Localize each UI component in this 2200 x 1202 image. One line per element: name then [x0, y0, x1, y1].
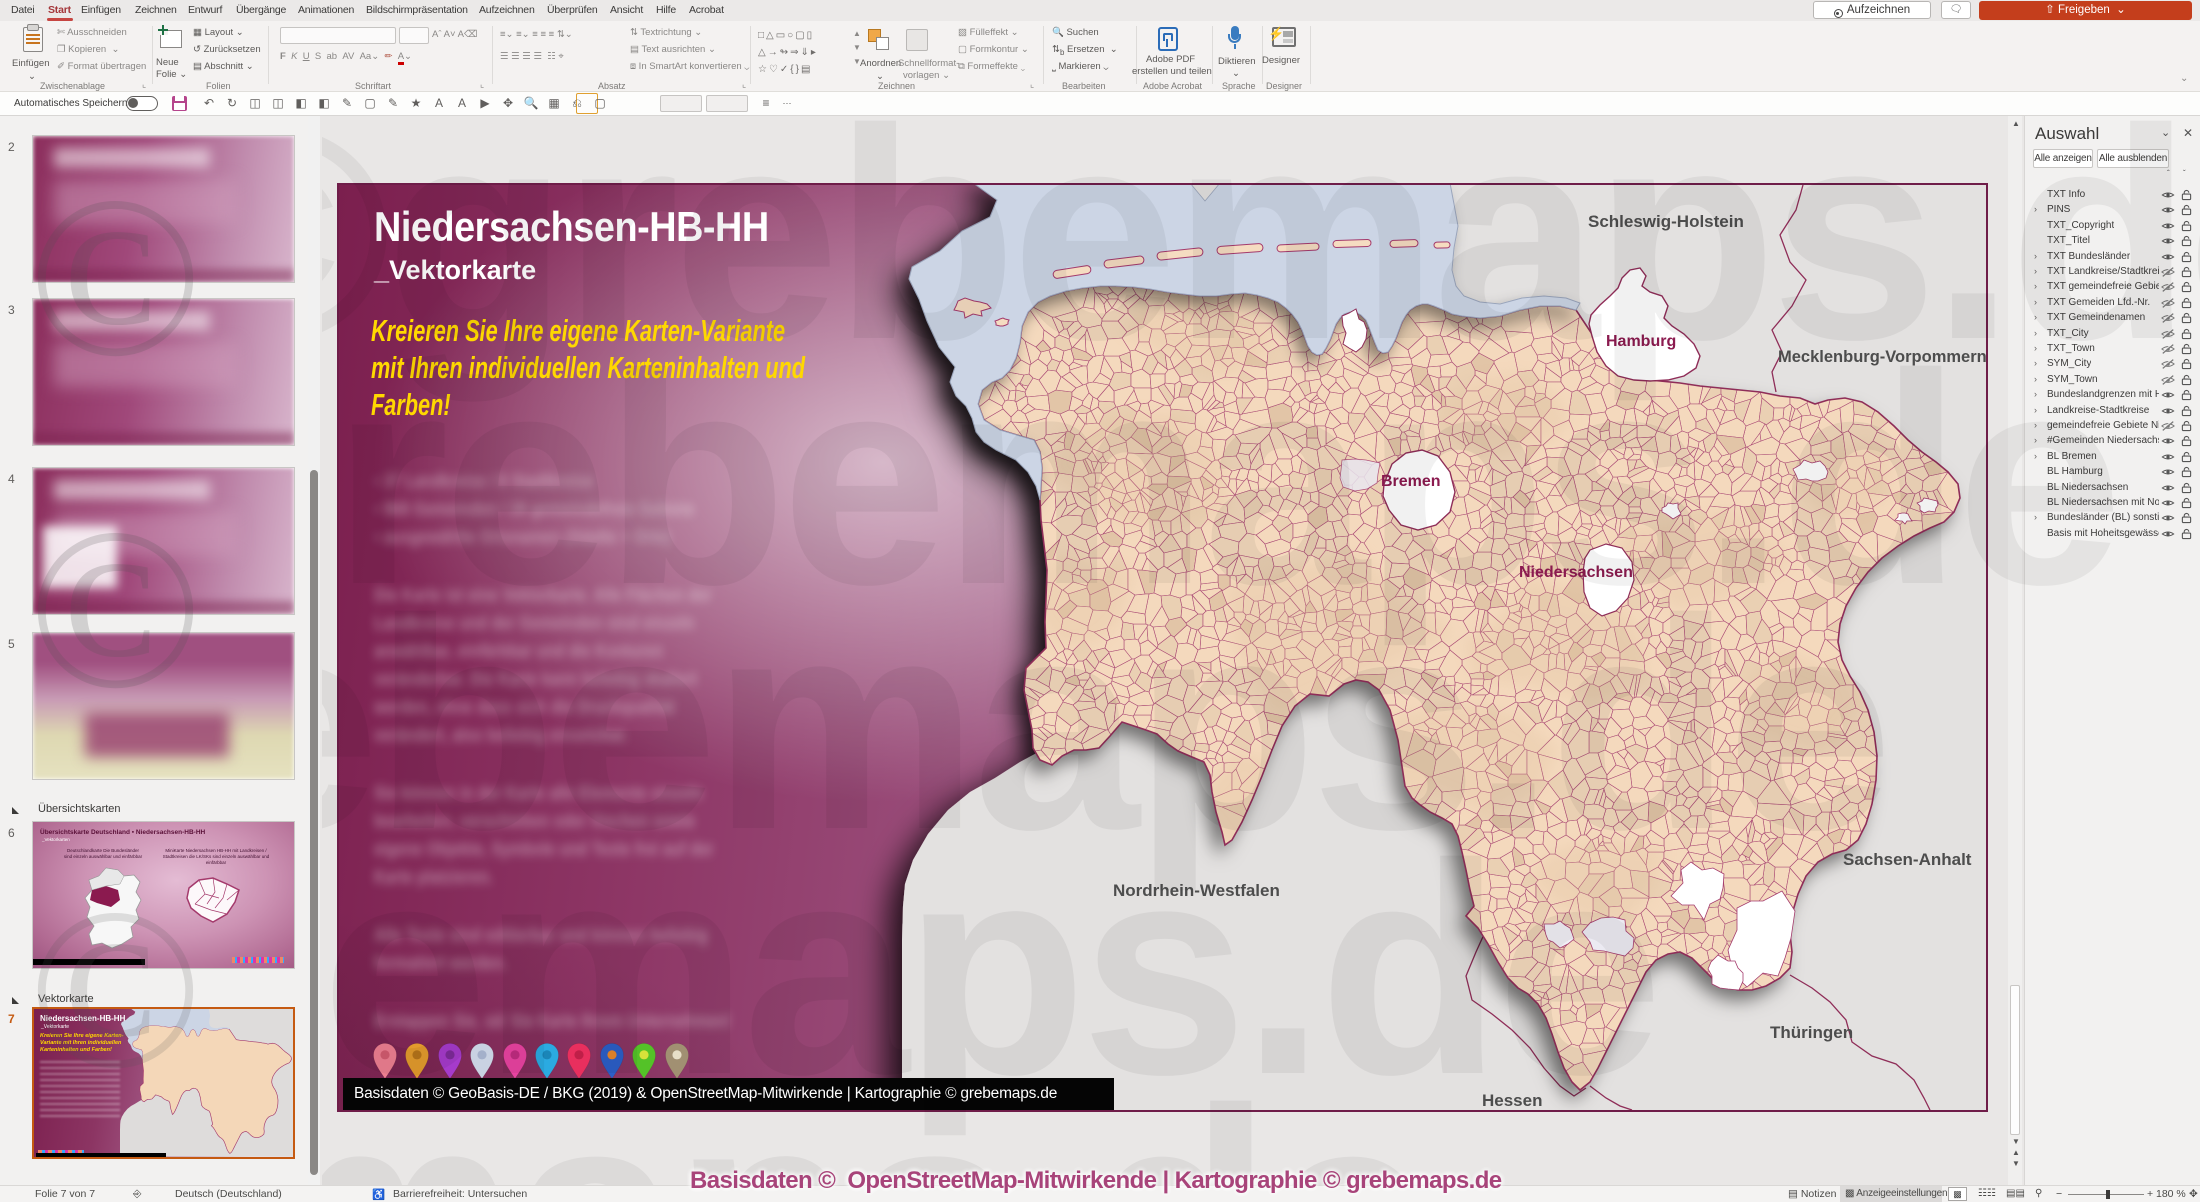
svg-text:Hamburg: Hamburg [1606, 333, 1676, 350]
svg-text:Hessen: Hessen [1482, 1091, 1542, 1110]
svg-text:Nordrhein-Westfalen: Nordrhein-Westfalen [1113, 881, 1280, 900]
svg-text:Bremen: Bremen [1381, 473, 1441, 490]
svg-text:Thüringen: Thüringen [1770, 1023, 1853, 1042]
svg-text:Sachsen-Anhalt: Sachsen-Anhalt [1843, 850, 1972, 869]
svg-text:Schleswig-Holstein: Schleswig-Holstein [1588, 212, 1744, 231]
svg-text:Niedersachsen: Niedersachsen [1519, 564, 1633, 581]
svg-text:Mecklenburg-Vorpommern: Mecklenburg-Vorpommern [1778, 348, 1987, 366]
